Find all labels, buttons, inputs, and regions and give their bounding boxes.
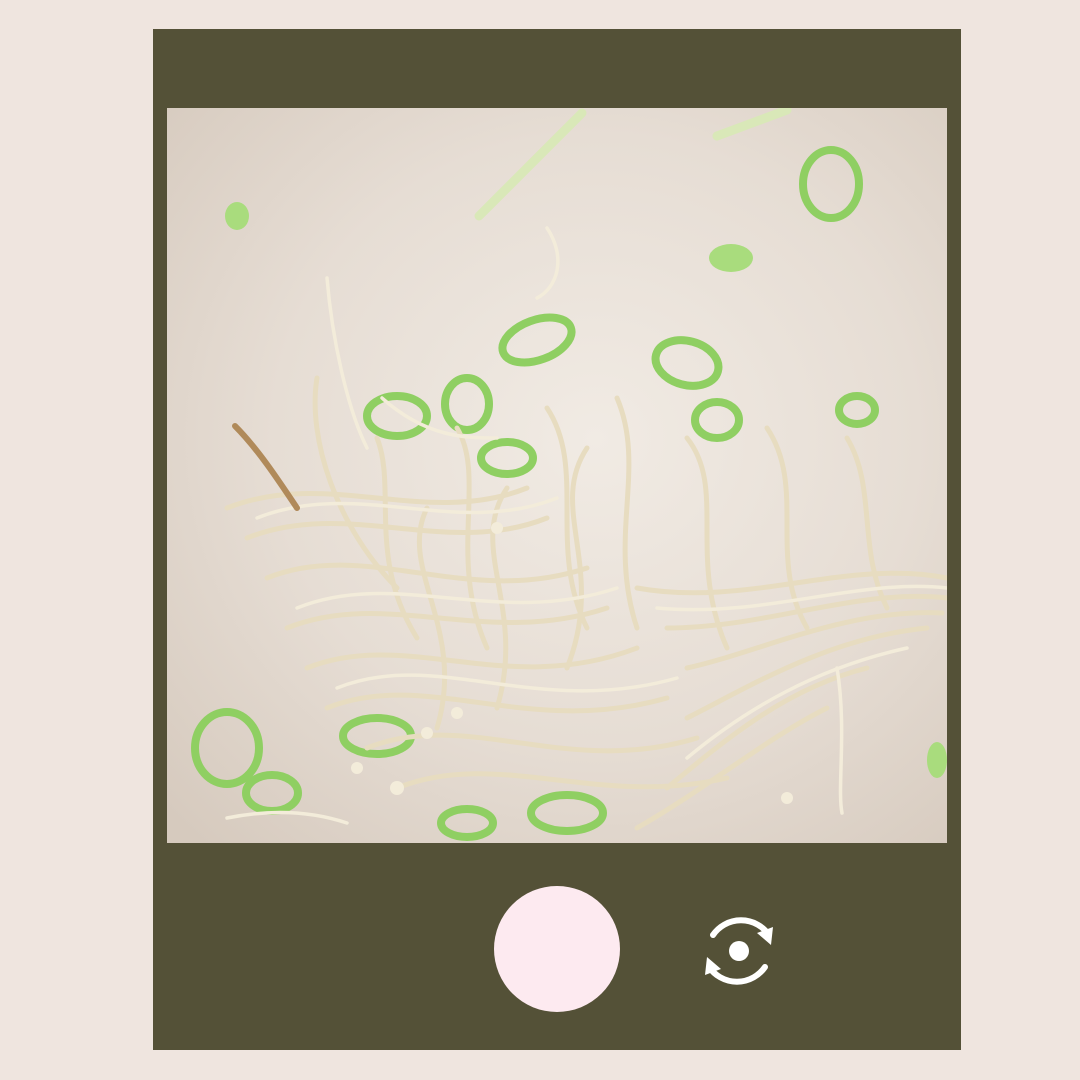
camera-frame [153, 29, 961, 1050]
camera-viewfinder[interactable] [167, 108, 947, 843]
camera-controls [153, 843, 961, 1050]
viewfinder-photo [167, 108, 947, 843]
shutter-button[interactable] [494, 886, 620, 1012]
flip-camera-button[interactable] [693, 905, 785, 997]
camera-app [0, 0, 1080, 1080]
flip-camera-icon [705, 917, 773, 985]
